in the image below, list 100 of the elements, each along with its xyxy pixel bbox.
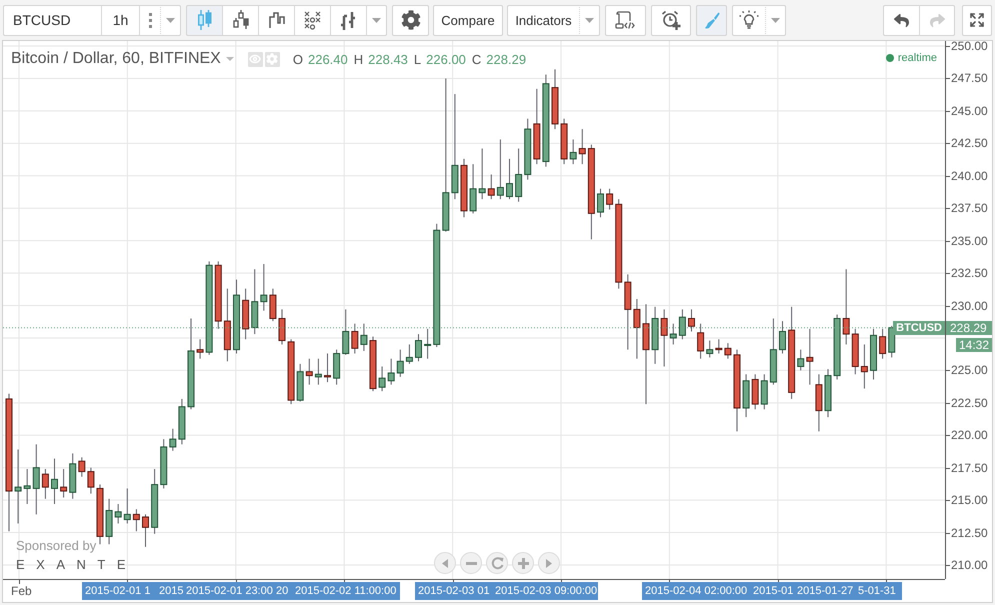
stacked-blocks-icon: [232, 10, 248, 30]
sponsor-brand[interactable]: EXANTE: [16, 557, 138, 573]
candlestick: [660, 308, 668, 367]
candlestick: [51, 458, 58, 505]
candlestick: [597, 188, 604, 218]
dropdown-button[interactable]: [160, 4, 181, 36]
dropdown-button[interactable]: [579, 4, 600, 36]
scroll-left-button[interactable]: [434, 552, 456, 574]
ohlc-label: O: [292, 52, 303, 66]
candlestick: [169, 428, 176, 452]
candlestick: [306, 358, 313, 386]
more-vertical-icon: [148, 12, 152, 28]
candlestick: [60, 468, 68, 498]
caret-icon: [585, 18, 594, 22]
candlestick: [14, 449, 22, 524]
time-label: 2015: [156, 582, 184, 600]
ohlc-label: L: [414, 52, 422, 66]
sponsor-caption: Sponsored by: [16, 538, 96, 554]
tool-button[interactable]: [605, 4, 646, 36]
price-label: 235.00: [951, 234, 988, 248]
candlestick: [360, 323, 368, 352]
countdown-tag: 14:32: [956, 338, 992, 352]
candlestick: [78, 456, 86, 478]
candlestick: [278, 308, 286, 345]
brush-icon: [704, 11, 720, 29]
candlestick: [578, 128, 586, 165]
candlestick: [760, 374, 768, 410]
price-label: 225.00: [951, 363, 988, 378]
caret-icon: [771, 18, 780, 22]
zoom-in-button[interactable]: [512, 552, 534, 574]
candlestick: [724, 342, 732, 360]
price-label: 240.00: [951, 168, 988, 183]
candlestick: [670, 323, 677, 345]
caret-icon: [166, 18, 175, 22]
indicators-button[interactable]: Indicators: [507, 4, 579, 36]
time-label: Feb: [10, 583, 32, 600]
settings-button[interactable]: [392, 4, 429, 36]
alarm-clock-plus-icon: [661, 10, 681, 30]
time-label: 20: [273, 582, 292, 600]
price-label: 230.00: [951, 298, 988, 313]
candlestick: [124, 488, 131, 524]
candlestick: [488, 174, 495, 200]
plus-icon: [518, 558, 528, 568]
symbol-field[interactable]: BTCUSD: [3, 4, 101, 36]
price-label: 242.50: [951, 136, 988, 150]
time-label: 2015-02-03 09:00:00: [492, 582, 598, 600]
x-and-o-pattern-icon: [304, 10, 322, 30]
price-label: 247.50: [951, 71, 988, 86]
more-button[interactable]: [139, 4, 160, 36]
tool-button[interactable]: [651, 4, 691, 36]
chart-style-button[interactable]: [330, 4, 366, 36]
price-label: 220.00: [951, 428, 988, 442]
candlestick: [196, 338, 204, 360]
visibility-button[interactable]: [248, 52, 263, 66]
candlestick: [415, 334, 422, 362]
ohlc-value: 226.40: [308, 52, 348, 66]
candlestick: [806, 328, 814, 386]
symbol-price-tag: BTCUSD: [893, 320, 945, 335]
candlestick: [879, 328, 886, 360]
chart-style-button[interactable]: [294, 4, 330, 36]
tool-button[interactable]: [732, 4, 765, 36]
minus-icon: [466, 562, 476, 564]
settings-icon: [266, 53, 278, 65]
candlestick: [342, 308, 350, 356]
candlestick: [506, 158, 513, 200]
time-label: 2015-02-01 1: [82, 582, 156, 600]
chart-style-button[interactable]: [258, 4, 294, 36]
price-label: 217.50: [951, 460, 988, 475]
price-label: 210.00: [951, 558, 988, 572]
zoom-out-button[interactable]: [460, 552, 482, 574]
series-title: Bitcoin / Dollar, 60, BITFINEX: [11, 49, 221, 69]
fullscreen-button[interactable]: [962, 4, 992, 36]
scroll-right-button[interactable]: [538, 552, 560, 574]
reset-button[interactable]: [486, 552, 508, 574]
caret-icon[interactable]: [226, 57, 234, 61]
left-triangle-icon: [442, 558, 448, 568]
candlestick: [269, 288, 276, 322]
price-label: 212.50: [951, 526, 988, 540]
eye-icon: [249, 53, 262, 65]
time-label: 2015-02-03 01: [415, 582, 492, 600]
interval-button[interactable]: 1h: [101, 4, 139, 36]
candlestick: [406, 344, 413, 364]
candlestick: [697, 323, 704, 360]
candlestick: [351, 323, 358, 354]
candlestick: [42, 468, 49, 500]
candlestick: [378, 366, 386, 392]
compare-button[interactable]: Compare: [433, 4, 503, 36]
undo-button[interactable]: [883, 4, 919, 36]
candlestick: [32, 444, 40, 515]
time-label: 2015-02-04 02:00:00: [642, 582, 750, 600]
candlestick: [678, 308, 686, 340]
price-label: 222.50: [951, 396, 988, 410]
candlestick: [396, 349, 404, 378]
series-settings-button[interactable]: [264, 52, 280, 66]
candlestick: [260, 264, 268, 312]
chart-style-button[interactable]: [222, 4, 258, 36]
candlestick: [478, 148, 486, 200]
price-label: 237.50: [951, 201, 988, 216]
candlestick: [842, 268, 850, 345]
time-label: 2015-02-01 23:00: [183, 582, 273, 600]
